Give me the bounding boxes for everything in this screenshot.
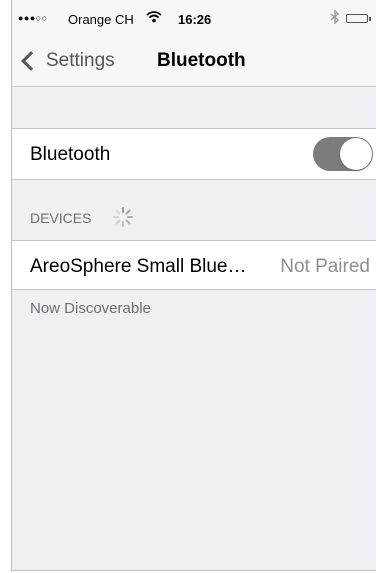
phone-screen: ●●●○○ Orange CH 16:26 Settings Bluetooth…: [11, 0, 376, 571]
status-bar: ●●●○○ Orange CH 16:26: [12, 0, 376, 40]
bluetooth-label: Bluetooth: [30, 144, 111, 165]
bluetooth-setting-row: Bluetooth: [12, 128, 376, 180]
device-row[interactable]: AreoSphere Small Blue… Not Paired: [12, 240, 376, 290]
back-button[interactable]: Settings: [20, 48, 115, 74]
discoverable-note: Now Discoverable: [30, 300, 151, 317]
bluetooth-toggle[interactable]: [313, 137, 373, 171]
toggle-knob: [340, 138, 372, 170]
devices-section-header: DEVICES: [30, 210, 92, 226]
carrier-name: Orange CH: [68, 12, 134, 27]
back-button-label: Settings: [46, 50, 115, 71]
chevron-left-icon: [21, 51, 41, 71]
signal-strength: ●●●○○: [18, 13, 48, 23]
clock: 16:26: [178, 12, 212, 27]
bluetooth-icon: [330, 9, 340, 27]
navigation-bar: Settings Bluetooth: [12, 40, 376, 87]
page-title: Bluetooth: [157, 50, 246, 71]
wifi-icon: [146, 10, 162, 26]
device-name: AreoSphere Small Blue…: [30, 256, 247, 277]
device-status: Not Paired: [280, 256, 370, 277]
activity-spinner-icon: [113, 207, 133, 227]
battery-icon: [346, 14, 371, 23]
